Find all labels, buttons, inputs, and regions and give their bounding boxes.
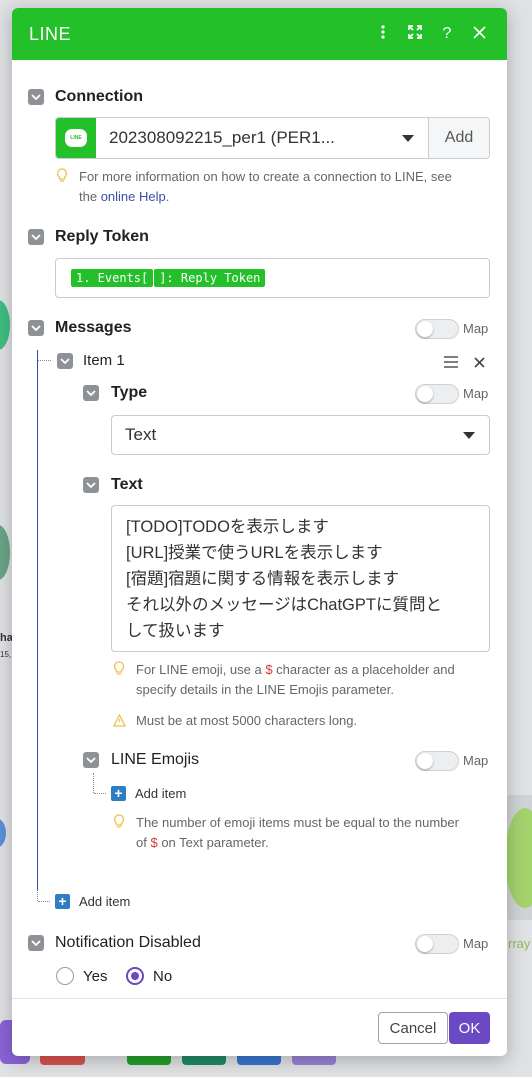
emoji-count-hint: The number of emoji items must be equal …	[136, 815, 459, 850]
lightbulb-icon	[113, 661, 125, 675]
notification-no-radio[interactable]	[126, 967, 144, 985]
line-emojis-map-toggle[interactable]	[415, 751, 459, 771]
connection-field: LINE 202308092215_per1 (PER1... Add	[55, 117, 490, 159]
notification-map-toggle[interactable]	[415, 934, 459, 954]
chevron-down-icon	[402, 135, 414, 142]
type-select[interactable]: Text	[111, 415, 490, 455]
warning-icon	[113, 714, 126, 727]
add-emoji-item-button[interactable]: Add item	[135, 786, 186, 801]
drag-handle-icon[interactable]	[444, 356, 458, 368]
dialog-titlebar: LINE ?	[12, 8, 507, 60]
line-module-dialog: LINE ? Connection LINE 202308092215_per1…	[12, 8, 507, 1056]
collapse-connection-icon[interactable]	[28, 89, 44, 105]
dialog-title: LINE	[29, 23, 72, 44]
type-map-toggle[interactable]	[415, 384, 459, 404]
collapse-line-emojis-icon[interactable]	[83, 752, 99, 768]
messages-map-toggle[interactable]	[415, 319, 459, 339]
notification-yes-label[interactable]: Yes	[83, 968, 107, 985]
collapse-notification-icon[interactable]	[28, 935, 44, 951]
line-emojis-label: LINE Emojis	[111, 751, 200, 768]
ok-button[interactable]: OK	[449, 1012, 490, 1044]
text-line: それ以外のメッセージはChatGPTに質問と	[126, 596, 442, 614]
type-label: Type	[111, 384, 148, 401]
line-logo-icon: LINE	[56, 118, 96, 158]
notification-disabled-label: Notification Disabled	[55, 934, 201, 951]
background-label: ha	[0, 632, 13, 644]
notification-yes-radio[interactable]	[56, 967, 74, 985]
more-vertical-icon[interactable]	[367, 24, 399, 45]
background-sublabel: 15,	[0, 650, 12, 659]
dialog-footer: Cancel OK	[12, 998, 507, 1056]
messages-map-label: Map	[463, 321, 489, 336]
help-icon[interactable]: ?	[431, 25, 463, 43]
background-label-right: rray	[508, 936, 531, 951]
lightbulb-icon	[113, 814, 125, 828]
collapse-reply-token-icon[interactable]	[28, 229, 44, 245]
connection-selected-value: 202308092215_per1 (PER1...	[109, 128, 335, 147]
add-message-item-button[interactable]: Add item	[79, 894, 130, 909]
notification-no-label[interactable]: No	[153, 968, 172, 985]
text-line: して扱います	[126, 622, 225, 640]
cancel-button[interactable]: Cancel	[378, 1012, 448, 1044]
type-selected-value: Text	[125, 425, 157, 444]
text-line: [URL]授業で使うURLを表示します	[126, 544, 383, 562]
chevron-down-icon	[463, 432, 475, 439]
add-connection-button[interactable]: Add	[429, 118, 489, 158]
close-icon[interactable]	[463, 24, 495, 44]
collapse-text-icon[interactable]	[83, 477, 99, 493]
text-label: Text	[111, 476, 143, 493]
collapse-item-icon[interactable]	[57, 353, 73, 369]
connection-select[interactable]: 202308092215_per1 (PER1...	[96, 118, 429, 158]
mapped-value-pill[interactable]: ]: Reply Token	[154, 269, 266, 287]
type-map-label: Map	[463, 386, 489, 401]
tree-branch	[38, 901, 50, 902]
expand-icon[interactable]	[399, 24, 431, 45]
text-emoji-hint: For LINE emoji, use a $ character as a p…	[136, 662, 455, 697]
text-length-hint: Must be at most 5000 characters long.	[136, 713, 358, 728]
background-node-left-2	[0, 525, 10, 580]
text-line: [TODO]TODOを表示します	[126, 518, 329, 536]
background-node-left-3	[0, 818, 6, 848]
add-emoji-item-icon[interactable]: +	[111, 786, 126, 801]
mapped-value-pill[interactable]: 1. Events[	[71, 269, 154, 287]
online-help-link[interactable]: online Help	[101, 189, 166, 204]
item-label: Item 1	[83, 352, 125, 369]
connection-label: Connection	[55, 88, 143, 105]
notification-map-label: Map	[463, 936, 489, 951]
background-node-left	[0, 300, 10, 350]
text-input[interactable]: [TODO]TODOを表示します [URL]授業で使うURLを表示します [宿題…	[111, 505, 490, 652]
connection-hint: For more information on how to create a …	[79, 169, 452, 204]
collapse-type-icon[interactable]	[83, 385, 99, 401]
add-message-item-icon[interactable]: +	[55, 894, 70, 909]
messages-label: Messages	[55, 319, 132, 336]
reply-token-input[interactable]: 1. Events[]: Reply Token	[55, 258, 490, 298]
text-line: [宿題]宿題に関する情報を表示します	[126, 570, 400, 588]
dialog-content: Connection LINE 202308092215_per1 (PER1.…	[12, 60, 507, 998]
tree-branch	[38, 360, 51, 361]
collapse-messages-icon[interactable]	[28, 320, 44, 336]
reply-token-label: Reply Token	[55, 228, 149, 245]
remove-item-icon[interactable]	[474, 357, 485, 368]
tree-line	[37, 350, 38, 890]
tree-line	[37, 890, 38, 901]
line-emojis-map-label: Map	[463, 753, 489, 768]
lightbulb-icon	[56, 168, 68, 182]
tree-line	[93, 773, 94, 793]
tree-branch	[94, 793, 106, 794]
